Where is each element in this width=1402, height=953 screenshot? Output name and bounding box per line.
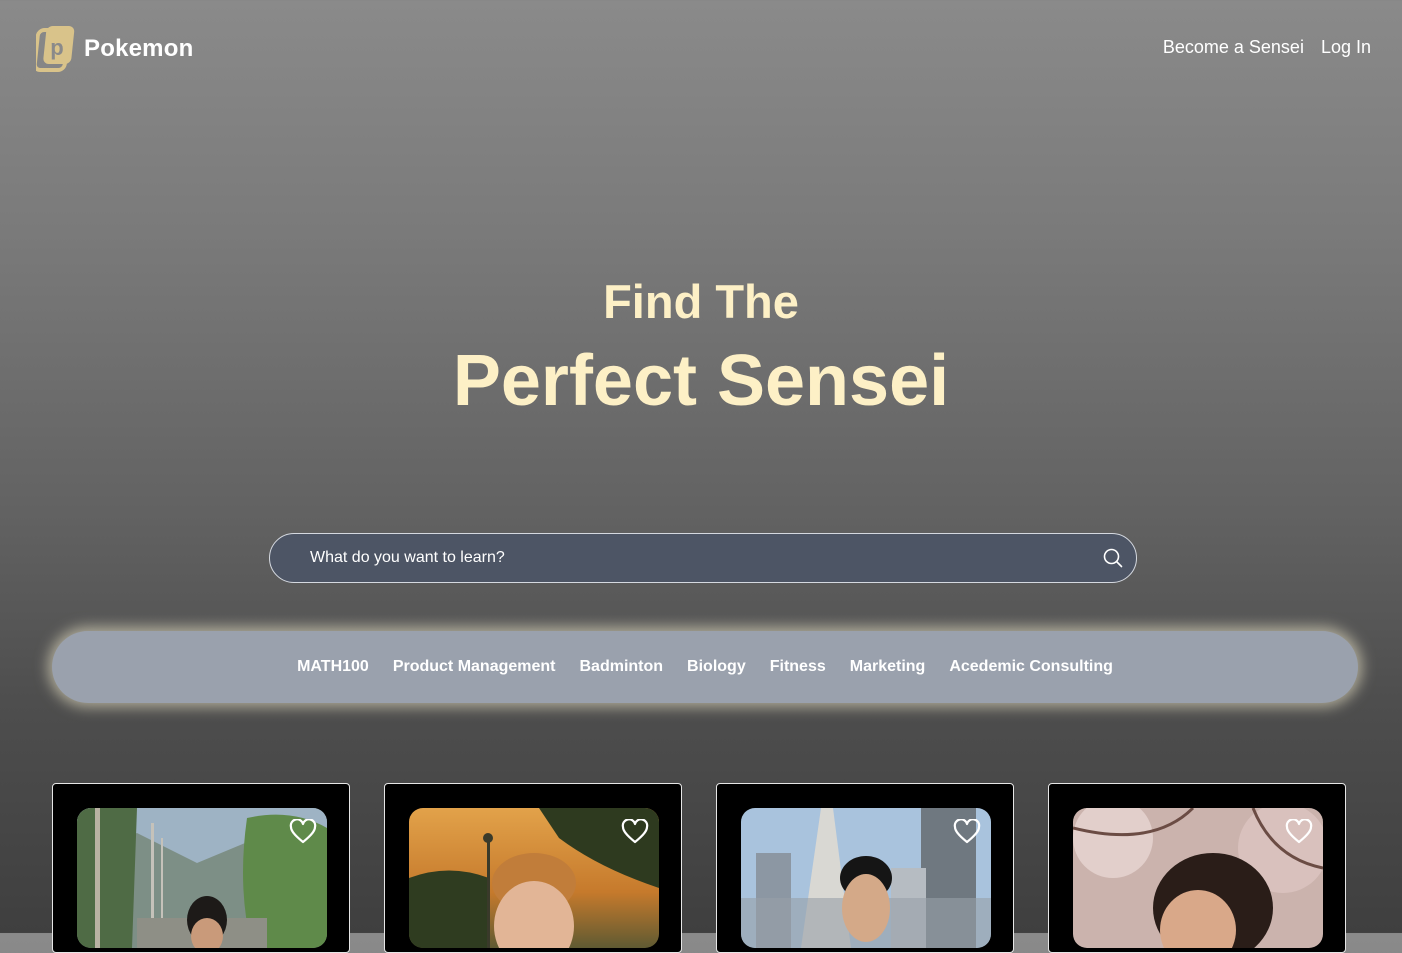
hero-title-line2: Perfect Sensei — [452, 341, 950, 421]
sensei-photo[interactable] — [1073, 808, 1323, 948]
search-icon[interactable] — [1102, 547, 1124, 569]
category-biology[interactable]: Biology — [687, 658, 746, 676]
heart-outline-icon[interactable] — [1285, 819, 1313, 845]
category-bar: MATH100 Product Management Badminton Bio… — [52, 631, 1358, 703]
category-fitness[interactable]: Fitness — [770, 658, 826, 676]
heart-outline-icon[interactable] — [621, 819, 649, 845]
log-in-link[interactable]: Log In — [1321, 37, 1371, 58]
search-input[interactable] — [270, 533, 1102, 583]
category-product-management[interactable]: Product Management — [393, 658, 556, 676]
category-math100[interactable]: MATH100 — [297, 658, 369, 676]
become-sensei-link[interactable]: Become a Sensei — [1163, 37, 1304, 58]
heart-outline-icon[interactable] — [953, 819, 981, 845]
sensei-photo[interactable] — [77, 808, 327, 948]
category-academic-consulting[interactable]: Acedemic Consulting — [949, 658, 1113, 676]
sensei-photo[interactable] — [741, 808, 991, 948]
brand-name: Pokemon — [84, 35, 194, 62]
svg-text:p: p — [50, 35, 63, 60]
category-badminton[interactable]: Badminton — [580, 658, 664, 676]
hero-title-line1: Find The — [603, 275, 799, 328]
top-nav: Become a Sensei Log In — [1163, 37, 1371, 58]
sensei-photo[interactable] — [409, 808, 659, 948]
sensei-card[interactable] — [716, 783, 1014, 953]
category-marketing[interactable]: Marketing — [850, 658, 926, 676]
sensei-card[interactable] — [384, 783, 682, 953]
heart-outline-icon[interactable] — [289, 819, 317, 845]
sensei-card[interactable] — [1048, 783, 1346, 953]
p-tile-logo-icon: p — [36, 26, 75, 72]
sensei-card[interactable] — [52, 783, 350, 953]
search-bar — [269, 533, 1137, 583]
brand[interactable]: p Pokemon — [36, 24, 193, 74]
